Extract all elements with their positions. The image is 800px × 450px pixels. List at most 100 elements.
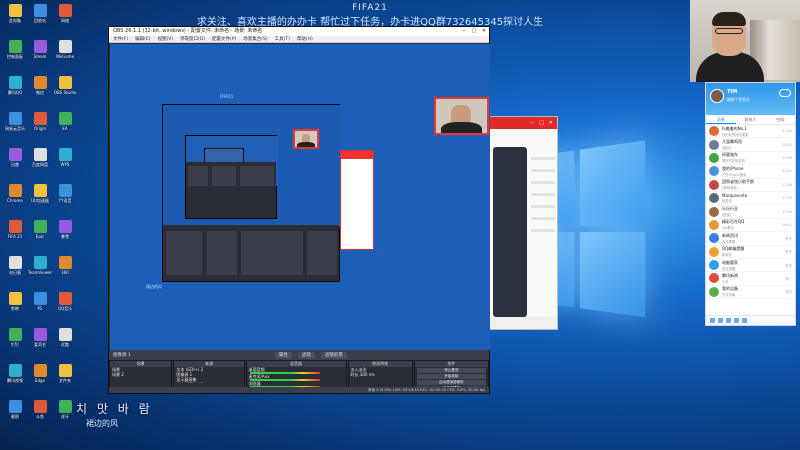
desktop-icon[interactable]: 微信 — [27, 76, 53, 95]
weather-icon[interactable] — [779, 89, 791, 97]
list-item[interactable]: hi美美的No.1 好的好的好的谢谢 17:02 — [706, 125, 795, 139]
file-icon[interactable] — [726, 318, 731, 323]
list-item[interactable]: 几届瞩鸣而 [图片] 16:42 — [706, 138, 795, 152]
apps-icon[interactable] — [718, 318, 723, 323]
list-item[interactable]: 我的iPhone 已在iPhone登录 13:21 — [706, 165, 795, 179]
browser-window[interactable]: ─ □ ✕ — [488, 116, 558, 330]
desktop-icon[interactable]: Steam — [27, 40, 53, 59]
contact-avatar — [709, 273, 719, 284]
close-icon[interactable]: ✕ — [479, 27, 489, 36]
list-item[interactable]: 新闻资讯 今日要闻 昨天 — [706, 232, 795, 246]
desktop-icon[interactable]: 百度网盘 — [27, 148, 53, 167]
filters-button[interactable]: 滤镜 — [297, 351, 315, 359]
desktop-icon[interactable]: 爱奇艺 — [27, 328, 53, 347]
selected-source-label: 图像源 1 — [113, 353, 131, 358]
list-item[interactable]: Marqueenite 哈哈哈 11:55 — [706, 192, 795, 206]
scene-transition-button[interactable]: 滤镜前景 — [320, 351, 347, 359]
desktop-icon[interactable]: UU加速器 — [27, 184, 53, 203]
desktop-icon[interactable]: 向日葵 — [2, 256, 28, 275]
desktop-icon[interactable]: Edge — [27, 364, 53, 383]
list-item[interactable]: QQ邮箱提醒 新邮件 昨天 — [706, 246, 795, 259]
desktop-icon-label: Steam — [33, 54, 47, 59]
desktop-icon[interactable]: Chrome — [2, 184, 28, 203]
avatar[interactable] — [710, 89, 724, 103]
desktop-icon[interactable]: 回收站 — [27, 4, 53, 23]
desktop-icon[interactable]: 暴雪 — [52, 220, 78, 239]
desktop-app-icon — [58, 400, 72, 413]
signature-text[interactable]: 编辑个性签名 — [727, 97, 750, 103]
desktop-app-icon — [33, 292, 47, 305]
control-button[interactable]: 停止推流 — [416, 368, 487, 373]
desktop-icon[interactable]: 截图 — [2, 400, 28, 419]
obs-titlebar[interactable]: OBS 26.1.1 (32-bit, windows) - 配置文件: 未命名… — [109, 27, 489, 36]
menu-item[interactable]: 编辑(E) — [135, 36, 150, 42]
desktop-icon[interactable]: 网易云音乐 — [2, 112, 28, 131]
mail-icon[interactable] — [734, 318, 739, 323]
contact-avatar — [709, 126, 719, 137]
desktop-icon[interactable]: Origin — [27, 112, 53, 131]
desktop-icon[interactable]: 腾讯QQ — [2, 76, 28, 95]
control-button[interactable]: 启动虚拟摄像机 — [416, 380, 487, 385]
desktop-icon[interactable]: PS — [27, 292, 53, 311]
desktop-icon[interactable]: Epic — [27, 220, 53, 239]
list-item[interactable]: 精彩尽在QQ QQ看点 09:41 — [706, 219, 795, 233]
desktop-icon[interactable]: 斗鱼 — [27, 400, 53, 419]
desktop-icon-label: 微信 — [36, 90, 44, 95]
desktop-icon[interactable]: WPS — [52, 148, 78, 167]
obs-status-bar: 丢帧 0 (0.0%) LIVE: 00:18:43 REC: 00:00:00… — [109, 387, 489, 393]
menu-icon[interactable] — [710, 318, 715, 323]
menu-item[interactable]: 视图(V) — [157, 36, 173, 42]
desktop-icon[interactable]: 迅雷 — [2, 148, 28, 167]
list-item[interactable]: 团购省钱小助手群 [有新消息] 12:08 — [706, 179, 795, 192]
minimize-icon[interactable]: ─ — [531, 117, 534, 129]
desktop-icon[interactable]: QQ音乐 — [52, 292, 78, 311]
list-item[interactable]: 乐乐行业 [链接] 10:30 — [706, 205, 795, 219]
desktop-icon[interactable]: 虎牙 — [52, 400, 78, 419]
list-item[interactable]: 研客城东 嗯好的好的好的 14:50 — [706, 152, 795, 166]
control-button[interactable]: 开始录制 — [416, 374, 487, 379]
desktop-icon[interactable]: FIFA 21 — [2, 220, 28, 239]
source-item[interactable]: 文本 (GDI+) 3 — [174, 382, 243, 383]
obs-preview[interactable]: FIFA21 裙边的风 — [110, 44, 490, 350]
duration-input[interactable]: 300 ms — [360, 372, 375, 377]
desktop-icon[interactable]: 360 — [52, 256, 78, 275]
desktop-icon[interactable]: TeamViewer — [27, 256, 53, 275]
desktop-icon[interactable]: YY语音 — [52, 184, 78, 203]
desktop-icon[interactable]: WeGame — [52, 40, 78, 59]
desktop-icon-label: WPS — [60, 162, 70, 167]
desktop-icon-label: 百度网盘 — [32, 162, 48, 167]
maximize-icon[interactable]: □ — [539, 117, 544, 129]
gear-icon[interactable] — [742, 318, 747, 323]
obs-window[interactable]: OBS 26.1.1 (32-bit, windows) - 配置文件: 未命名… — [108, 26, 490, 394]
desktop-app-icon — [58, 292, 72, 305]
scene-item[interactable]: 场景 2 — [110, 372, 171, 377]
tim-main-panel[interactable]: TIM 编辑个性签名 消息 联系人 空间 hi美美的No.1 好的好的好的谢谢 17:0… — [705, 82, 796, 326]
maximize-icon[interactable]: □ — [469, 27, 479, 36]
desktop-icon[interactable]: 控制面板 — [2, 40, 28, 59]
tab-0[interactable]: 消息 — [706, 115, 736, 124]
desktop-app-icon — [58, 184, 72, 197]
desktop-icon[interactable]: 钉钉 — [2, 328, 28, 347]
desktop-icon[interactable]: OBS Studio — [52, 76, 78, 95]
menu-item[interactable]: 配置文件(P) — [212, 36, 236, 42]
desktop-icon[interactable]: 剪映 — [2, 292, 28, 311]
desktop-icon[interactable]: 文件夹 — [52, 364, 78, 383]
menu-item[interactable]: 文件(F) — [113, 36, 128, 42]
close-icon[interactable]: ✕ — [549, 117, 553, 129]
tab-2[interactable]: 空间 — [765, 115, 795, 124]
list-item[interactable]: 电脑管家 安全提醒 昨天 — [706, 259, 795, 273]
list-item[interactable]: 腾讯新闻 头条 周一 — [706, 272, 795, 286]
tab-1[interactable]: 联系人 — [736, 115, 766, 124]
list-item[interactable]: 我的设备 文件传输 周日 — [706, 286, 795, 300]
desktop-icon[interactable]: EA — [52, 112, 78, 131]
menu-item[interactable]: 工具(T) — [275, 36, 290, 42]
menu-item[interactable]: 帮助(H) — [297, 36, 313, 42]
menu-item[interactable]: 场景集合(S) — [243, 36, 267, 42]
desktop-icon[interactable]: 此电脑 — [2, 4, 28, 23]
desktop-icon[interactable]: 网络 — [52, 4, 78, 23]
properties-button[interactable]: 属性 — [274, 351, 292, 359]
desktop-icon[interactable]: 腾讯视频 — [2, 364, 28, 383]
desktop-icon[interactable]: 优酷 — [52, 328, 78, 347]
minimize-icon[interactable]: ─ — [459, 27, 469, 36]
menu-item[interactable]: 停靠窗口(D) — [180, 36, 205, 42]
